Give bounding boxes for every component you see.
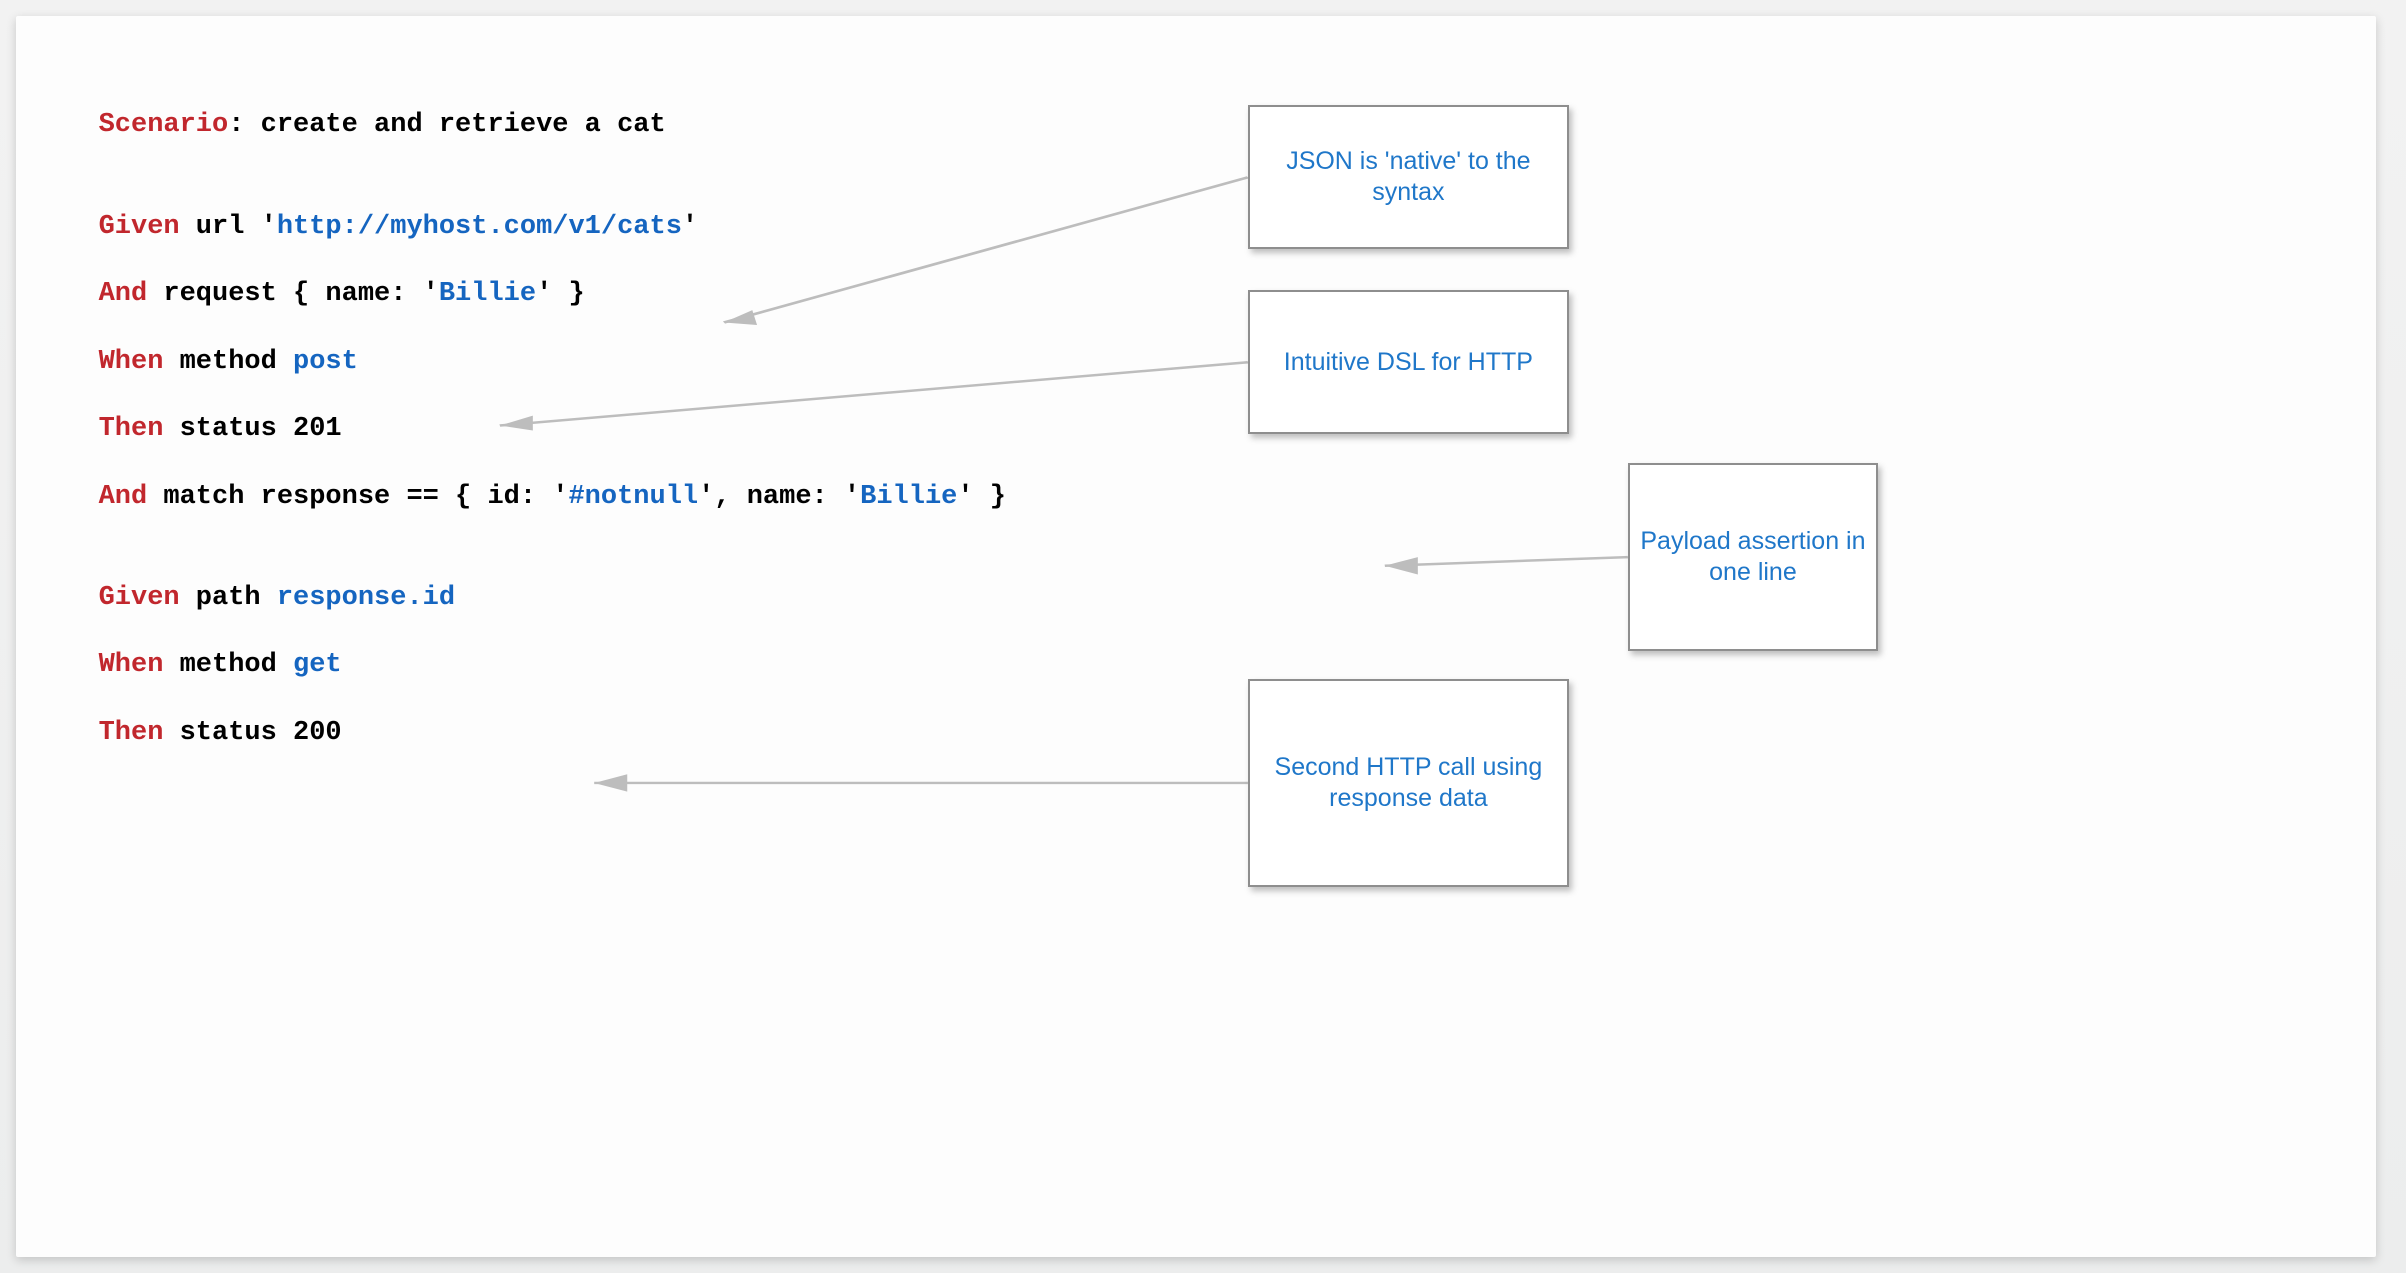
code-line-1: Scenario: create and retrieve a cat: [99, 110, 666, 140]
code-line-6: And request { name: 'Billie' }: [99, 279, 585, 309]
code-line-17: When method get: [99, 650, 342, 680]
callout-intuitive-dsl: Intuitive DSL for HTTP: [1248, 290, 1569, 434]
code-block: Scenario: create and retrieve a cat Give…: [99, 76, 1006, 751]
slide-panel: Scenario: create and retrieve a cat Give…: [16, 16, 2376, 1257]
code-line-8: When method post: [99, 347, 358, 377]
code-line-4: Given url 'http://myhost.com/v1/cats': [99, 212, 699, 242]
callout-json-native: JSON is 'native' to the syntax: [1248, 105, 1569, 249]
code-line-19: Then status 200: [99, 718, 342, 748]
code-line-15: Given path response.id: [99, 583, 455, 613]
code-line-12: And match response == { id: '#notnull', …: [99, 482, 1006, 512]
callout-payload-assertion: Payload assertion in one line: [1628, 463, 1878, 652]
callout-second-http-call: Second HTTP call using response data: [1248, 679, 1569, 887]
code-line-10: Then status 201: [99, 414, 342, 444]
